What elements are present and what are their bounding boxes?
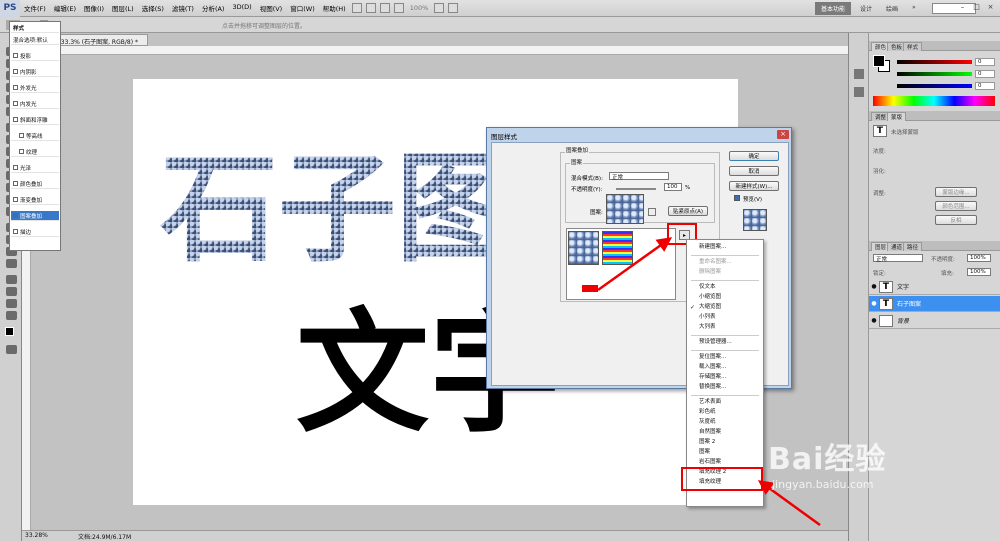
arrow-to-menu-button bbox=[597, 237, 673, 292]
baidu-watermark: Bai经验 jingyan.baidu.com bbox=[768, 434, 886, 491]
watermark-url: jingyan.baidu.com bbox=[772, 478, 874, 491]
watermark-logo: Bai经验 bbox=[768, 442, 887, 477]
